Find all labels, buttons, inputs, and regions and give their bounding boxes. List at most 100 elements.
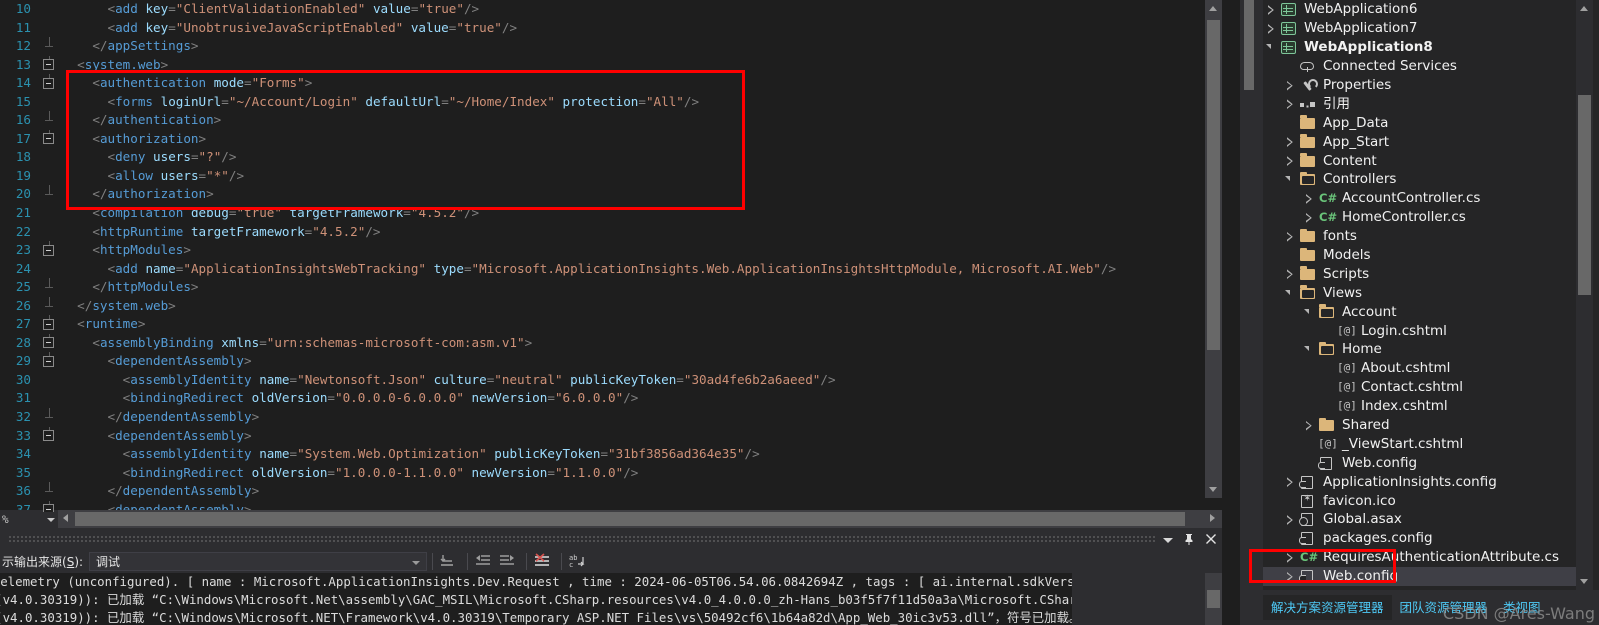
- code-line-text[interactable]: </system.web>: [62, 297, 1205, 316]
- code-line-text[interactable]: <bindingRedirect oldVersion="0.0.0.0-6.0…: [62, 389, 1205, 408]
- code-line-text[interactable]: </dependentAssembly>: [62, 482, 1205, 501]
- tree-item-web-config[interactable]: Web.config: [1263, 566, 1576, 586]
- code-line-text[interactable]: </dependentAssembly>: [62, 408, 1205, 427]
- code-line-text[interactable]: </httpModules>: [62, 278, 1205, 297]
- chevron-right-icon[interactable]: [1282, 510, 1299, 528]
- code-line[interactable]: 30 <assemblyIdentity name="Newtonsoft.Js…: [0, 371, 1205, 390]
- code-line[interactable]: 31 <bindingRedirect oldVersion="0.0.0.0-…: [0, 389, 1205, 408]
- zoom-level-selector[interactable]: %: [0, 510, 58, 528]
- code-line[interactable]: 26 </system.web>: [0, 296, 1205, 316]
- solution-explorer-tab-0[interactable]: 解决方案资源管理器: [1263, 595, 1392, 620]
- solution-explorer-vertical-scrollbar[interactable]: [1576, 0, 1593, 590]
- collapse-minus-icon[interactable]: [43, 430, 54, 442]
- clear-output-icon[interactable]: [438, 552, 462, 572]
- code-line-text[interactable]: <assemblyIdentity name="System.Web.Optim…: [62, 445, 1205, 464]
- code-line[interactable]: 36 </dependentAssembly>: [0, 482, 1205, 501]
- tree-item-scripts[interactable]: Scripts: [1263, 264, 1576, 283]
- tree-item-views[interactable]: Views: [1263, 283, 1576, 302]
- tree-item-viewstart-cshtml[interactable]: [@] _ViewStart.cshtml: [1263, 434, 1576, 453]
- code-line-text[interactable]: <httpModules>: [62, 241, 1205, 260]
- scroll-right-arrow-icon[interactable]: [1205, 510, 1222, 528]
- chevron-right-icon[interactable]: [1263, 19, 1280, 37]
- code-line[interactable]: 21 <compilation debug="true" targetFrame…: [0, 204, 1205, 223]
- code-line-text[interactable]: <add name="ApplicationInsightsWebTrackin…: [62, 260, 1205, 279]
- tree-item-fonts[interactable]: fonts: [1263, 227, 1576, 246]
- tree-item-home[interactable]: Home: [1263, 340, 1576, 359]
- chevron-right-icon[interactable]: [1282, 95, 1299, 113]
- chevron-down-icon[interactable]: [1301, 303, 1318, 321]
- code-line[interactable]: 32 </dependentAssembly>: [0, 408, 1205, 427]
- tree-item-connected-services[interactable]: Connected Services: [1263, 57, 1576, 76]
- scroll-down-arrow-icon[interactable]: [1576, 573, 1593, 590]
- pin-icon[interactable]: [1178, 528, 1200, 550]
- code-line[interactable]: 28 <assemblyBinding xmlns="urn:schemas-m…: [0, 333, 1205, 353]
- solution-vscroll-thumb[interactable]: [1578, 95, 1591, 295]
- tree-item-applicationinsights-config[interactable]: ApplicationInsights.config: [1263, 472, 1576, 491]
- chevron-down-icon[interactable]: [1282, 284, 1299, 302]
- solution-tree[interactable]: WebApplication6 WebApplication7 WebApplica…: [1263, 0, 1576, 590]
- tree-item-content[interactable]: Content: [1263, 151, 1576, 170]
- tree-item-app-data[interactable]: App_Data: [1263, 113, 1576, 132]
- output-toolbar[interactable]: 示输出来源(S): 调试 ab c: [0, 550, 1222, 573]
- code-line[interactable]: 27 <runtime>: [0, 315, 1205, 334]
- code-editor[interactable]: 10 <add key="ClientValidationEnabled" va…: [0, 0, 1222, 528]
- code-line[interactable]: 12 </appSettings>: [0, 37, 1205, 56]
- chevron-right-icon[interactable]: [1282, 76, 1299, 94]
- output-text-area[interactable]: plication Insights Telemetry (unconfigur…: [0, 573, 1072, 625]
- collapse-minus-icon[interactable]: [43, 337, 54, 349]
- code-line-text[interactable]: <add key="ClientValidationEnabled" value…: [62, 0, 1205, 19]
- close-icon[interactable]: [1200, 528, 1222, 550]
- tree-item-web-config[interactable]: Web.config: [1263, 453, 1576, 472]
- chevron-right-icon[interactable]: [1282, 133, 1299, 151]
- go-to-previous-message-icon[interactable]: [473, 552, 497, 572]
- code-line-text[interactable]: <runtime>: [62, 315, 1205, 334]
- output-vertical-scrollbar[interactable]: [1205, 573, 1222, 625]
- code-line[interactable]: 25 </httpModules>: [0, 278, 1205, 297]
- chevron-right-icon[interactable]: [1282, 227, 1299, 245]
- code-line[interactable]: 10 <add key="ClientValidationEnabled" va…: [0, 0, 1205, 19]
- code-line[interactable]: 20 </authorization>: [0, 185, 1205, 204]
- tree-item-contact-cshtml[interactable]: [@] Contact.cshtml: [1263, 378, 1576, 397]
- chevron-right-icon[interactable]: [1263, 0, 1280, 18]
- scroll-up-arrow-icon[interactable]: [1576, 0, 1593, 17]
- tree-item-index-cshtml[interactable]: [@] Index.cshtml: [1263, 397, 1576, 416]
- chevron-down-icon[interactable]: [1301, 340, 1318, 358]
- code-line[interactable]: 23 <httpModules>: [0, 241, 1205, 260]
- code-line-text[interactable]: </authorization>: [62, 185, 1205, 204]
- code-lines-viewport[interactable]: 10 <add key="ClientValidationEnabled" va…: [0, 0, 1205, 512]
- chevron-down-icon[interactable]: [412, 561, 421, 565]
- collapse-minus-icon[interactable]: [43, 504, 54, 512]
- output-window[interactable]: 示输出来源(S): 调试 ab c elemetry (unconfigured…: [0, 528, 1222, 625]
- chevron-right-icon[interactable]: [1301, 189, 1318, 207]
- code-line[interactable]: 15 <forms loginUrl="~/Account/Login" def…: [0, 93, 1205, 112]
- tree-item-properties[interactable]: Properties: [1263, 76, 1576, 95]
- code-line-text[interactable]: <dependentAssembly>: [62, 427, 1205, 446]
- collapse-minus-icon[interactable]: [43, 355, 54, 367]
- code-line[interactable]: 35 <bindingRedirect oldVersion="1.0.0.0-…: [0, 464, 1205, 483]
- tree-item-webapplication8[interactable]: WebApplication8: [1263, 38, 1576, 57]
- code-line-text[interactable]: <system.web>: [62, 56, 1205, 75]
- code-line-text[interactable]: <authorization>: [62, 130, 1205, 149]
- code-line-text[interactable]: <httpRuntime targetFramework="4.5.2"/>: [62, 223, 1205, 242]
- tree-item-requiresauthenticationattribute-cs[interactable]: C# RequiresAuthenticationAttribute.cs: [1263, 548, 1576, 567]
- editor-horizontal-scrollbar-row[interactable]: %: [0, 510, 1222, 528]
- code-line-text[interactable]: </authentication>: [62, 111, 1205, 130]
- tree-item-global-asax[interactable]: Global.asax: [1263, 510, 1576, 529]
- tree-item-item[interactable]: 引用: [1263, 94, 1576, 113]
- chevron-right-icon[interactable]: [1282, 548, 1299, 566]
- chevron-down-icon[interactable]: [1282, 170, 1299, 188]
- tree-item-app-start[interactable]: App_Start: [1263, 132, 1576, 151]
- code-line-text[interactable]: <bindingRedirect oldVersion="1.0.0.0-1.1…: [62, 464, 1205, 483]
- output-drag-handle[interactable]: [8, 528, 1156, 550]
- collapse-minus-icon[interactable]: [43, 244, 54, 256]
- chevron-right-icon[interactable]: [1282, 473, 1299, 491]
- editor-vertical-scrollbar[interactable]: [1205, 0, 1222, 498]
- tree-item-controllers[interactable]: Controllers: [1263, 170, 1576, 189]
- code-line[interactable]: 11 <add key="UnobtrusiveJavaScriptEnable…: [0, 19, 1205, 38]
- outer-scroll-thumb[interactable]: [1244, 0, 1254, 90]
- code-line[interactable]: 29 <dependentAssembly>: [0, 352, 1205, 371]
- chevron-right-icon[interactable]: [1282, 567, 1299, 585]
- code-line-text[interactable]: <add key="UnobtrusiveJavaScriptEnabled" …: [62, 19, 1205, 38]
- toggle-line-numbers-icon[interactable]: ab c: [567, 552, 591, 572]
- chevron-down-icon[interactable]: [1156, 528, 1178, 550]
